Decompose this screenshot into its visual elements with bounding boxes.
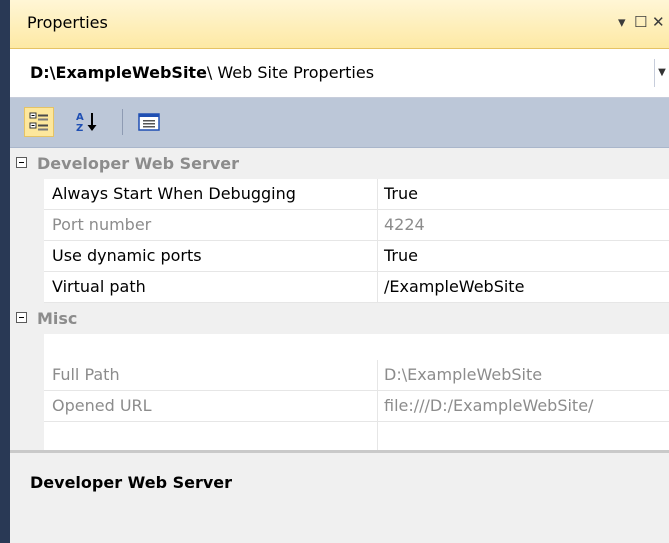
column-divider: [377, 360, 378, 391]
column-divider: [377, 210, 378, 241]
close-icon[interactable]: ✕: [652, 12, 665, 32]
property-pages-icon: [138, 113, 160, 131]
property-value[interactable]: /ExampleWebSite: [384, 277, 524, 296]
property-name: Full Path: [52, 365, 120, 384]
collapse-icon[interactable]: [16, 312, 27, 323]
property-name: Port number: [52, 215, 152, 234]
property-name: Opened URL: [52, 396, 152, 415]
properties-pane: Properties ▾ ☐ ✕ D:\ExampleWebSite \ Web…: [10, 0, 669, 543]
sort-alphabetical-icon: A Z: [76, 112, 97, 134]
alphabetical-button[interactable]: A Z: [72, 107, 102, 137]
column-divider: [377, 241, 378, 272]
property-name: Virtual path: [52, 277, 146, 296]
category-misc[interactable]: Misc: [10, 303, 669, 334]
column-divider: [377, 179, 378, 210]
property-row[interactable]: Port number 4224: [44, 210, 669, 241]
property-value[interactable]: True: [384, 184, 418, 203]
object-selector[interactable]: D:\ExampleWebSite \ Web Site Properties …: [10, 49, 669, 98]
category-label: Misc: [37, 309, 78, 328]
property-row[interactable]: Full Path D:\ExampleWebSite: [44, 360, 669, 391]
categorized-icon: [29, 112, 48, 131]
property-value[interactable]: D:\ExampleWebSite: [384, 365, 542, 384]
column-divider: [377, 422, 378, 450]
window-position-dropdown-icon[interactable]: ▾: [618, 12, 626, 32]
svg-text:A: A: [76, 112, 84, 123]
properties-window: Properties ▾ ☐ ✕ D:\ExampleWebSite \ Web…: [0, 0, 669, 543]
categorized-button[interactable]: [24, 107, 54, 137]
property-row[interactable]: Opened URL file:///D:/ExampleWebSite/: [44, 391, 669, 422]
grid-gutter: [10, 179, 44, 303]
object-type: \ Web Site Properties: [206, 63, 375, 82]
property-value[interactable]: 4224: [384, 215, 425, 234]
category-label: Developer Web Server: [37, 154, 240, 173]
properties-toolbar: A Z: [10, 98, 669, 148]
window-title: Properties: [27, 13, 108, 32]
column-divider: [377, 272, 378, 303]
property-name: Always Start When Debugging: [52, 184, 296, 203]
property-grid: Developer Web Server Always Start When D…: [10, 148, 669, 450]
collapse-icon[interactable]: [16, 157, 27, 168]
category-developer-web-server[interactable]: Developer Web Server: [10, 148, 669, 179]
toolbar-separator: [122, 109, 123, 135]
property-value[interactable]: file:///D:/ExampleWebSite/: [384, 396, 593, 415]
property-row[interactable]: Always Start When Debugging True: [44, 179, 669, 210]
property-row[interactable]: Use dynamic ports True: [44, 241, 669, 272]
grid-gutter: [10, 334, 44, 450]
svg-text:Z: Z: [76, 123, 83, 134]
description-title: Developer Web Server: [30, 473, 233, 492]
object-path: D:\ExampleWebSite: [30, 63, 207, 82]
object-selector-dropdown-icon[interactable]: ▼: [654, 59, 669, 87]
property-pages-button[interactable]: [134, 107, 164, 137]
maximize-icon[interactable]: ☐: [634, 12, 647, 32]
property-value[interactable]: True: [384, 246, 418, 265]
column-divider: [377, 391, 378, 422]
title-bar[interactable]: Properties ▾ ☐ ✕: [10, 0, 669, 49]
property-row[interactable]: Virtual path /ExampleWebSite: [44, 272, 669, 303]
description-panel: Developer Web Server: [10, 450, 669, 543]
property-name: Use dynamic ports: [52, 246, 202, 265]
empty-row: [44, 422, 669, 450]
